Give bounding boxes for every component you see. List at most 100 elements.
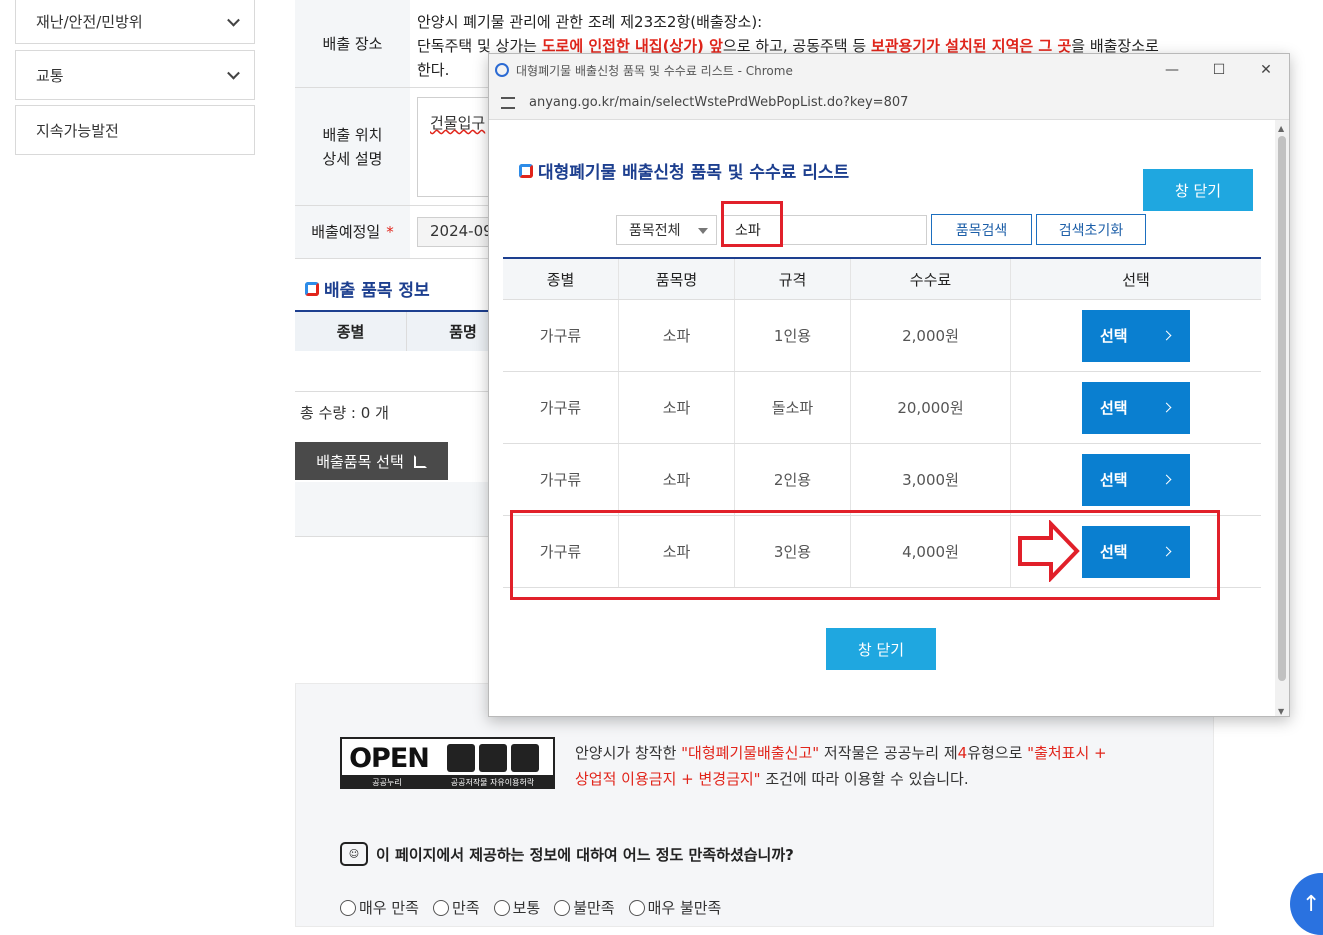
footer-panel xyxy=(295,683,1214,927)
survey-option-label: 만족 xyxy=(451,899,480,917)
minimize-button[interactable]: — xyxy=(1149,54,1195,86)
items-panel xyxy=(295,482,495,537)
header-item-name: 품목명 xyxy=(619,259,735,299)
maximize-button[interactable]: ☐ xyxy=(1196,54,1242,86)
category-select[interactable]: 품목전체 xyxy=(616,215,717,245)
scroll-down-icon[interactable]: ▼ xyxy=(1278,707,1284,716)
survey-option-neutral[interactable]: 보통 xyxy=(493,897,540,918)
scroll-top-button[interactable]: ↑ xyxy=(1290,873,1323,935)
date-value: 2024-09 xyxy=(430,222,493,240)
table-row: 가구류 소파 2인용 3,000원 선택 xyxy=(503,444,1261,516)
radio-button[interactable] xyxy=(432,899,449,916)
select-item-button[interactable]: 선택 xyxy=(1082,381,1190,434)
cell-type: 가구류 xyxy=(503,300,619,371)
cell-type: 가구류 xyxy=(503,372,619,443)
sidebar-item-label: 지속가능발전 xyxy=(36,121,119,140)
popup-window: 대형폐기물 배출신청 품목 및 수수료 리스트 - Chrome — ☐ ✕ a… xyxy=(488,53,1290,717)
cell-type: 가구류 xyxy=(503,444,619,515)
header-type: 종별 xyxy=(503,259,619,299)
close-popup-top-button[interactable]: 창 닫기 xyxy=(1143,169,1253,211)
license-highlight: "출처표시 + xyxy=(1027,744,1107,762)
place-label: 배출 장소 xyxy=(295,0,410,87)
attribution-icon xyxy=(446,744,475,772)
survey-option-satisfied[interactable]: 만족 xyxy=(432,897,480,918)
address-bar[interactable]: anyang.go.kr/main/selectWstePrdWebPopLis… xyxy=(489,86,1289,120)
radio-button[interactable] xyxy=(554,899,571,916)
header-type: 종별 xyxy=(295,312,407,351)
date-label-text: 배출예정일 xyxy=(311,223,381,241)
category-select-value: 품목전체 xyxy=(629,223,681,239)
table-row: 가구류 소파 돌소파 20,000원 선택 xyxy=(503,372,1261,444)
header-spec: 규격 xyxy=(735,259,851,299)
required-mark: * xyxy=(386,223,394,241)
cell-item-name: 소파 xyxy=(619,444,735,515)
chevron-right-icon xyxy=(1161,330,1172,340)
license-text-part: 조건에 따라 이용할 수 있습니다. xyxy=(760,770,969,788)
survey-question: ☺ 이 페이지에서 제공하는 정보에 대하여 어느 정도 만족하셨습니까? xyxy=(340,842,794,866)
license-text-part: 저작물은 공공누리 제 xyxy=(819,744,958,762)
fee-table: 종별 품목명 규격 수수료 선택 가구류 소파 1인용 2,000원 선택 가구… xyxy=(503,257,1261,588)
search-highlight-box xyxy=(721,201,783,247)
row-highlight-box xyxy=(510,510,1220,600)
items-section-title-text: 배출 품목 정보 xyxy=(324,281,430,301)
chevron-down-icon xyxy=(227,13,240,27)
globe-icon xyxy=(495,63,509,77)
select-item-label: 선택 xyxy=(1100,399,1128,417)
cell-select: 선택 xyxy=(1011,372,1261,443)
survey-option-very-dissatisfied[interactable]: 매우 불만족 xyxy=(628,897,721,918)
place-desc-line1: 안양시 폐기물 관리에 관한 조례 제23조2항(배출장소): xyxy=(417,13,763,31)
location-label: 배출 위치 상세 설명 xyxy=(295,88,410,205)
noncommercial-icon xyxy=(478,744,507,772)
location-label-line2: 상세 설명 xyxy=(322,149,383,168)
select-items-button[interactable]: 배출품목 선택 xyxy=(295,442,448,480)
scroll-up-icon[interactable]: ▲ xyxy=(1278,124,1284,133)
site-settings-icon[interactable] xyxy=(501,96,515,109)
cell-fee: 3,000원 xyxy=(851,444,1011,515)
license-highlight: "대형폐기물배출신고" xyxy=(681,744,820,762)
license-text-part: 안양시가 창작한 xyxy=(575,744,682,762)
license-text: 안양시가 창작한 "대형폐기물배출신고" 저작물은 공공누리 제4유형으로 "출… xyxy=(575,740,1155,792)
cell-spec: 2인용 xyxy=(735,444,851,515)
popup-heading: 대형폐기물 배출신청 품목 및 수수료 리스트 xyxy=(519,158,849,183)
chat-smile-icon: ☺ xyxy=(340,842,368,866)
chevron-right-icon xyxy=(1161,474,1172,484)
radio-button[interactable] xyxy=(628,899,645,916)
search-reset-button[interactable]: 검색초기화 xyxy=(1036,214,1146,245)
cell-fee: 2,000원 xyxy=(851,300,1011,371)
survey-option-label: 불만족 xyxy=(573,899,615,917)
select-item-button[interactable]: 선택 xyxy=(1082,453,1190,506)
location-label-line1: 배출 위치 xyxy=(322,125,383,144)
close-popup-bottom-button[interactable]: 창 닫기 xyxy=(826,628,936,670)
survey-option-very-satisfied[interactable]: 매우 만족 xyxy=(340,897,419,918)
sidebar-item-traffic[interactable]: 교통 xyxy=(15,50,255,100)
close-window-button[interactable]: ✕ xyxy=(1243,54,1289,86)
cell-fee: 20,000원 xyxy=(851,372,1011,443)
caret-down-icon xyxy=(698,228,708,234)
cell-select: 선택 xyxy=(1011,444,1261,515)
no-derivatives-icon xyxy=(510,744,539,772)
radio-button[interactable] xyxy=(340,899,356,916)
select-item-label: 선택 xyxy=(1100,327,1128,345)
license-text-part: 유형으로 xyxy=(967,744,1028,762)
item-search-button[interactable]: 품목검색 xyxy=(931,214,1032,245)
sidebar-item-label: 교통 xyxy=(36,66,64,85)
license-icons xyxy=(434,741,551,775)
license-highlight: 4 xyxy=(957,744,968,762)
open-logo-text: OPEN xyxy=(349,742,430,774)
date-label: 배출예정일 * xyxy=(295,206,410,258)
sidebar-item-label: 재난/안전/민방위 xyxy=(36,13,143,31)
popup-titlebar[interactable]: 대형폐기물 배출신청 품목 및 수수료 리스트 - Chrome — ☐ ✕ xyxy=(489,54,1289,86)
sidebar-item-sustainability[interactable]: 지속가능발전 xyxy=(15,105,255,155)
survey-options: 매우 만족 만족 보통 불만족 매우 불만족 xyxy=(340,897,721,918)
survey-option-dissatisfied[interactable]: 불만족 xyxy=(554,897,615,918)
open-logo-sub: 공공누리 xyxy=(342,775,432,789)
scroll-thumb[interactable] xyxy=(1278,136,1286,681)
chevron-down-icon xyxy=(227,66,240,80)
popup-scrollbar[interactable]: ▲ ▼ xyxy=(1275,120,1289,716)
select-item-label: 선택 xyxy=(1100,471,1128,489)
cell-select: 선택 xyxy=(1011,300,1261,371)
select-item-button[interactable]: 선택 xyxy=(1082,309,1190,362)
radio-button[interactable] xyxy=(493,899,510,916)
place-label-text: 배출 장소 xyxy=(322,34,383,53)
sidebar-item-disaster[interactable]: 재난/안전/민방위 xyxy=(15,0,255,44)
